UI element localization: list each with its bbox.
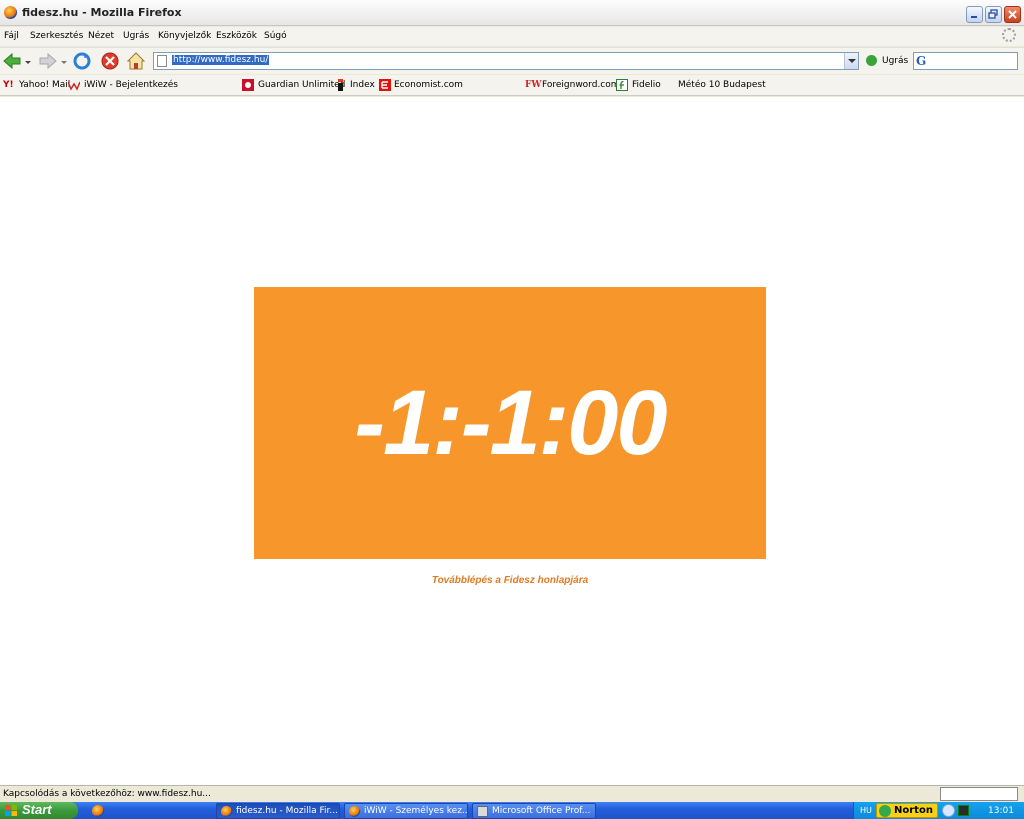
start-label: Start	[22, 802, 52, 817]
bookmark-fidelio[interactable]: Fidelio	[632, 80, 661, 90]
bookmark-yahoo-mail[interactable]: Yahoo! Mail	[19, 80, 70, 90]
go-icon[interactable]	[866, 55, 877, 66]
bookmark-index[interactable]: Index	[350, 80, 375, 90]
bookmark-economist[interactable]: Economist.com	[394, 80, 463, 90]
bookmark-foreignword[interactable]: Foreignword.com	[542, 80, 620, 90]
status-bar: Kapcsolódás a következőhöz: www.fidesz.h…	[0, 785, 1024, 802]
checkmark-icon	[879, 805, 891, 817]
reload-button[interactable]	[72, 51, 92, 71]
menu-bar: Fájl Szerkesztés Nézet Ugrás Könyvjelzők…	[0, 27, 1024, 46]
countdown-banner: -1:-1:00	[254, 287, 766, 559]
url-text[interactable]: http://www.fidesz.hu/	[172, 55, 270, 65]
menu-edit[interactable]: Szerkesztés	[30, 31, 83, 41]
task-iwiw[interactable]: iWiW - Személyes kez...	[344, 803, 468, 819]
show-hidden-icons-chevron-icon[interactable]	[942, 804, 955, 817]
throbber-icon	[1002, 28, 1016, 42]
task-label: Microsoft Office Prof...	[492, 806, 591, 816]
quicklaunch-firefox-icon[interactable]	[92, 805, 104, 817]
task-label: fidesz.hu - Mozilla Fir...	[236, 806, 338, 816]
search-box[interactable]: G	[913, 52, 1018, 70]
firefox-icon	[349, 806, 360, 817]
norton-button[interactable]: Norton	[876, 803, 938, 818]
stop-button[interactable]	[100, 51, 120, 71]
windows-logo-icon	[5, 805, 17, 816]
navigation-toolbar: http://www.fidesz.hu/ Ugrás G	[0, 47, 1024, 74]
home-button[interactable]	[126, 51, 146, 71]
clock[interactable]: 13:01	[988, 806, 1014, 816]
url-dropdown-button[interactable]	[844, 53, 858, 69]
continue-to-fidesz-link[interactable]: Továbblépés a Fidesz honlapjára	[254, 575, 766, 586]
fidelio-icon	[616, 79, 628, 91]
norton-label: Norton	[894, 805, 933, 816]
menu-help[interactable]: Súgó	[264, 31, 287, 41]
task-firefox[interactable]: fidesz.hu - Mozilla Fir...	[216, 803, 340, 819]
bookmark-iwiw[interactable]: iWiW - Bejelentkezés	[84, 80, 178, 90]
index-icon	[338, 79, 343, 91]
bookmark-meteo-budapest[interactable]: Météo 10 Budapest	[678, 80, 766, 90]
windows-taskbar: Start fidesz.hu - Mozilla Fir... iWiW - …	[0, 802, 1024, 819]
countdown-text: -1:-1:00	[354, 371, 667, 474]
go-button-label[interactable]: Ugrás	[882, 56, 908, 66]
page-content: -1:-1:00 Továbblépés a Fidesz honlapjára	[0, 97, 1024, 785]
task-office[interactable]: Microsoft Office Prof...	[472, 803, 596, 819]
window-title-bar: fidesz.hu - Mozilla Firefox	[0, 0, 1024, 26]
economist-icon	[379, 79, 391, 91]
restore-button[interactable]	[985, 6, 1002, 23]
close-window-button[interactable]	[1004, 6, 1021, 23]
guardian-icon	[242, 79, 254, 91]
firefox-icon	[221, 806, 232, 817]
page-icon	[157, 55, 167, 67]
menu-tools[interactable]: Eszközök	[216, 31, 257, 41]
foreignword-icon: FW	[525, 80, 542, 90]
google-search-engine-icon[interactable]: G	[916, 54, 926, 68]
office-icon	[477, 806, 488, 817]
window-title: fidesz.hu - Mozilla Firefox	[22, 6, 182, 19]
menu-go[interactable]: Ugrás	[123, 31, 149, 41]
forward-button[interactable]	[36, 51, 57, 71]
task-label: iWiW - Személyes kez...	[364, 806, 468, 816]
progress-panel	[940, 787, 1018, 801]
forward-history-dropdown[interactable]	[60, 51, 68, 71]
status-text: Kapcsolódás a következőhöz: www.fidesz.h…	[3, 789, 211, 799]
iwiw-icon	[68, 81, 80, 91]
system-tray: HU Norton 13:01	[853, 802, 1024, 819]
minimize-button[interactable]	[966, 6, 983, 23]
back-history-dropdown[interactable]	[24, 51, 32, 71]
menu-view[interactable]: Nézet	[88, 31, 114, 41]
menu-file[interactable]: Fájl	[4, 31, 19, 41]
yahoo-icon: Y!	[3, 80, 14, 90]
back-button[interactable]	[2, 51, 22, 71]
network-icon[interactable]	[958, 805, 969, 816]
start-button[interactable]: Start	[0, 802, 78, 819]
language-indicator[interactable]: HU	[860, 806, 872, 815]
firefox-icon	[4, 6, 17, 19]
bookmarks-toolbar: Y! Yahoo! Mail iWiW - Bejelentkezés Guar…	[0, 75, 1024, 96]
url-bar[interactable]: http://www.fidesz.hu/	[153, 52, 859, 70]
bookmark-guardian[interactable]: Guardian Unlimited	[258, 80, 345, 90]
menu-bookmarks[interactable]: Könyvjelzők	[158, 31, 211, 41]
